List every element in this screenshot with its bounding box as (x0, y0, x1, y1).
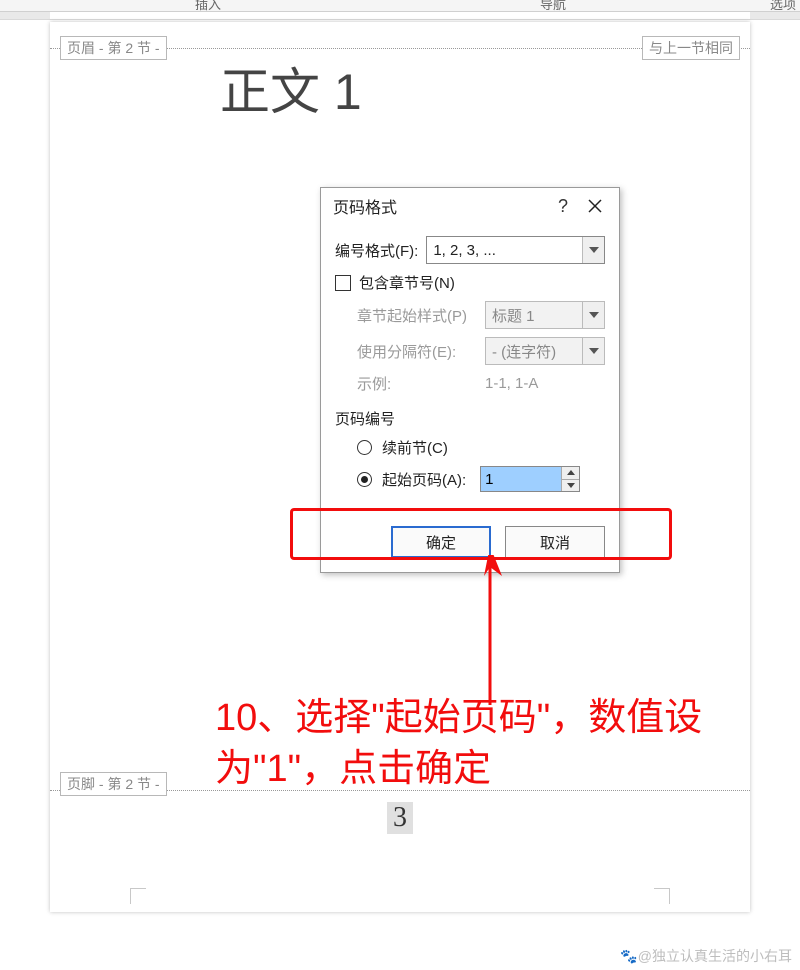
paw-icon: 🐾 (620, 948, 637, 964)
dialog-close-button[interactable] (579, 194, 611, 218)
ok-button[interactable]: 确定 (391, 526, 491, 558)
example-label: 示例: (357, 373, 477, 394)
dialog-titlebar[interactable]: 页码格式 ? (321, 188, 619, 224)
chevron-down-icon (582, 237, 604, 263)
footer-section-tag: 页脚 - 第 2 节 - (60, 772, 167, 796)
include-chapter-label: 包含章节号(N) (359, 272, 455, 293)
continue-previous-radio[interactable] (357, 440, 372, 455)
footer-page-number[interactable]: 3 (50, 802, 750, 834)
annotation-text: 10、选择"起始页码"，数值设为"1"，点击确定 (215, 693, 775, 796)
example-value: 1-1, 1-A (485, 375, 538, 392)
chapter-style-combo: 标题 1 (485, 301, 605, 329)
header-section-tag: 页眉 - 第 2 节 - (60, 36, 167, 60)
include-chapter-checkbox[interactable] (335, 275, 351, 291)
number-format-value: 1, 2, 3, ... (427, 237, 582, 263)
start-at-spinner[interactable]: 1 (480, 466, 580, 492)
chapter-style-label: 章节起始样式(P) (357, 305, 477, 326)
separator-label: 使用分隔符(E): (357, 341, 477, 362)
dialog-title: 页码格式 (333, 194, 547, 218)
page-number-format-dialog: 页码格式 ? 编号格式(F): 1, 2, 3, ... 包含章节号(N) 章节… (320, 187, 620, 573)
horizontal-ruler (0, 12, 800, 20)
separator-combo: - (连字符) (485, 337, 605, 365)
continue-previous-label: 续前节(C) (382, 437, 448, 458)
spinner-down-icon[interactable] (562, 480, 579, 492)
dialog-help-button[interactable]: ? (547, 194, 579, 218)
chapter-style-value: 标题 1 (486, 302, 582, 328)
number-format-combo[interactable]: 1, 2, 3, ... (426, 236, 605, 264)
chevron-down-icon (582, 338, 604, 364)
page-title: 正文 1 (220, 52, 362, 124)
page-numbering-section-label: 页码编号 (335, 408, 605, 429)
ribbon-strip: 插入 导航 选项 (0, 0, 800, 12)
cancel-button[interactable]: 取消 (505, 526, 605, 558)
spinner-up-icon[interactable] (562, 467, 579, 480)
start-at-label: 起始页码(A): (382, 469, 466, 490)
start-at-value[interactable]: 1 (481, 467, 561, 491)
close-icon (588, 199, 602, 213)
number-format-label: 编号格式(F): (335, 240, 418, 261)
same-as-previous-tag: 与上一节相同 (642, 36, 740, 60)
page-margin-corner-br (654, 888, 670, 904)
footer-page-number-value: 3 (387, 802, 413, 834)
page-margin-corner-bl (130, 888, 146, 904)
start-at-radio[interactable] (357, 472, 372, 487)
separator-value: - (连字符) (486, 338, 582, 364)
chevron-down-icon (582, 302, 604, 328)
watermark-text: 🐾@独立认真生活的小右耳 (620, 946, 792, 966)
